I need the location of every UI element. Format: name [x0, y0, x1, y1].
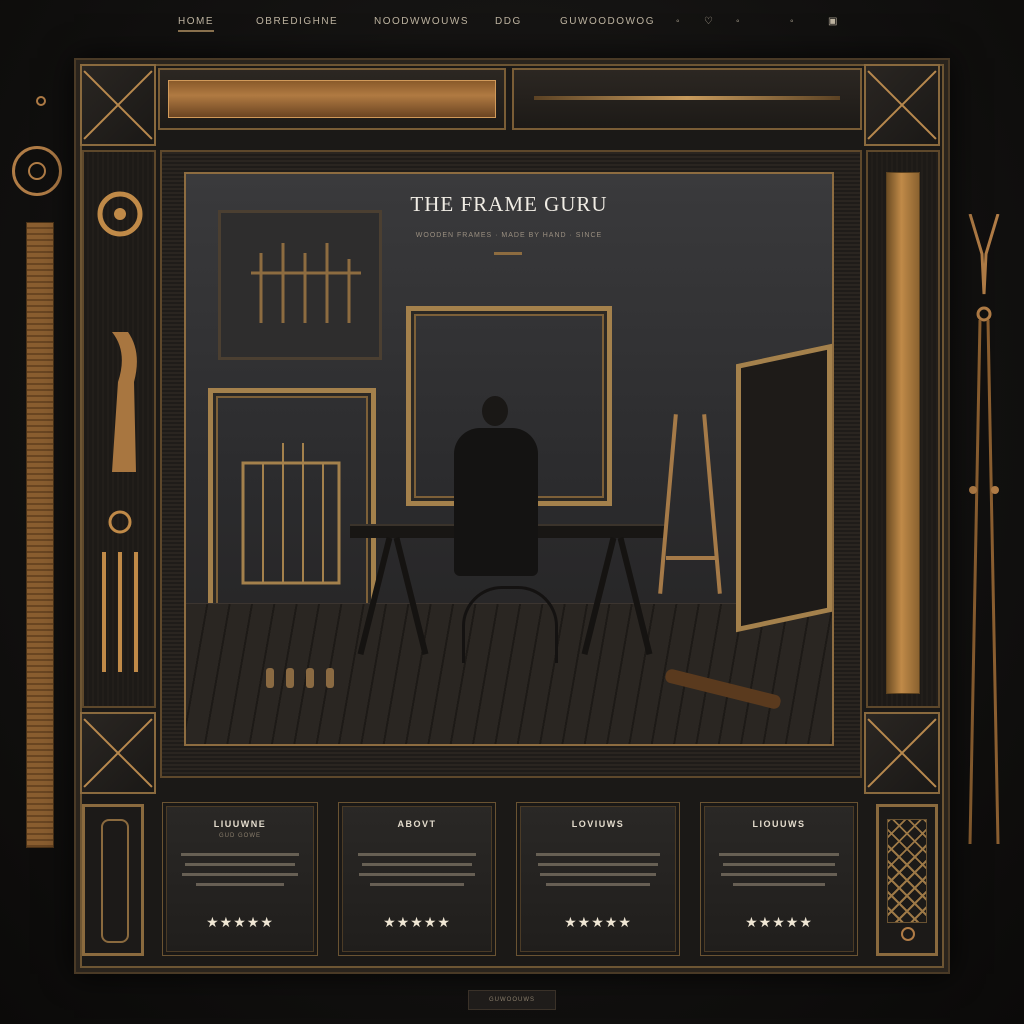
nav-item-4[interactable]: DDG: [495, 16, 522, 30]
easel-crossbar: [666, 556, 716, 560]
card-2[interactable]: ABOVT ★★★★★: [338, 802, 496, 956]
leaning-frame: [736, 343, 832, 633]
star-rating: ★★★★★: [206, 915, 274, 931]
left-ornament-panel: [82, 804, 144, 956]
nav-item-home[interactable]: HOME: [178, 16, 214, 32]
card-title: ABOVT: [397, 819, 437, 829]
card-subtitle: GUD GOWE: [219, 833, 261, 839]
card-1[interactable]: LIUUWNE GUD GOWE ★★★★★: [162, 802, 318, 956]
tongs-icon: [968, 214, 1000, 845]
craftsman-figure: [454, 428, 538, 576]
brass-rod: [534, 96, 840, 100]
subtitle-divider: [494, 252, 522, 255]
dot-icon[interactable]: ◦: [736, 16, 741, 30]
nav-item-3[interactable]: NOODWWOUWS: [374, 16, 469, 30]
right-tool-column: [866, 150, 940, 708]
footer-badge[interactable]: GUWOOUWS: [468, 990, 556, 1010]
handle-ornament: [101, 819, 129, 943]
card-text: [353, 853, 481, 893]
copper-plate: [168, 80, 496, 118]
card-3[interactable]: LOVIUWS ★★★★★: [516, 802, 680, 956]
corner-ornament-bl: [80, 712, 156, 794]
nav-item-2[interactable]: OBREDIGHNE: [256, 16, 338, 30]
card-title: LIOUUWS: [752, 819, 806, 829]
craftsman-head: [482, 396, 508, 426]
star-rating: ★★★★★: [564, 915, 632, 931]
star-rating: ★★★★★: [745, 915, 813, 931]
card-title: LOVIUWS: [571, 819, 625, 829]
left-tool-column: [82, 150, 156, 708]
small-ring-icon: [36, 96, 46, 106]
ruler-ornament: [26, 222, 54, 848]
right-ornament-panel: [876, 804, 938, 956]
cart-icon[interactable]: ▣: [828, 16, 839, 30]
spiral-icon: [901, 927, 915, 941]
hero-image: THE FRAME GURU WOODEN FRAMES · MADE BY H…: [184, 172, 834, 746]
lattice-ornament: [887, 819, 927, 923]
dot-icon[interactable]: ◦: [790, 16, 795, 30]
card-title: LIUUWNE: [213, 819, 267, 829]
card-text: [715, 853, 843, 893]
corner-ornament-tl: [80, 64, 156, 146]
star-rating: ★★★★★: [383, 915, 451, 931]
top-navigation: HOME OBREDIGHNE NOODWWOUWS DDG GUWOODOWO…: [0, 10, 1024, 40]
corner-ornament-tr: [864, 64, 940, 146]
easel: [702, 414, 722, 594]
picture-frame-left: [208, 388, 376, 620]
grid-frame-icon: [241, 443, 341, 585]
card-4[interactable]: LIOUUWS ★★★★★: [700, 802, 858, 956]
top-ornament-right: [512, 68, 862, 130]
chair: [462, 586, 558, 663]
card-text: [177, 853, 303, 893]
hero-subtitle: WOODEN FRAMES · MADE BY HAND · SINCE: [415, 232, 603, 239]
easel: [658, 414, 678, 594]
tool-icons-left: [97, 191, 143, 672]
ring-ornament-inner: [28, 162, 46, 180]
dot-icon[interactable]: ◦: [676, 16, 681, 30]
heart-icon[interactable]: ♡: [704, 16, 714, 30]
nav-item-5[interactable]: GUWOODOWOG: [560, 16, 655, 30]
gold-strip: [886, 172, 920, 694]
corner-ornament-br: [864, 712, 940, 794]
card-text: [531, 853, 665, 893]
top-ornament-left: [158, 68, 506, 130]
chisels-on-floor: [262, 666, 342, 690]
hero-title: THE FRAME GURU: [410, 192, 608, 216]
